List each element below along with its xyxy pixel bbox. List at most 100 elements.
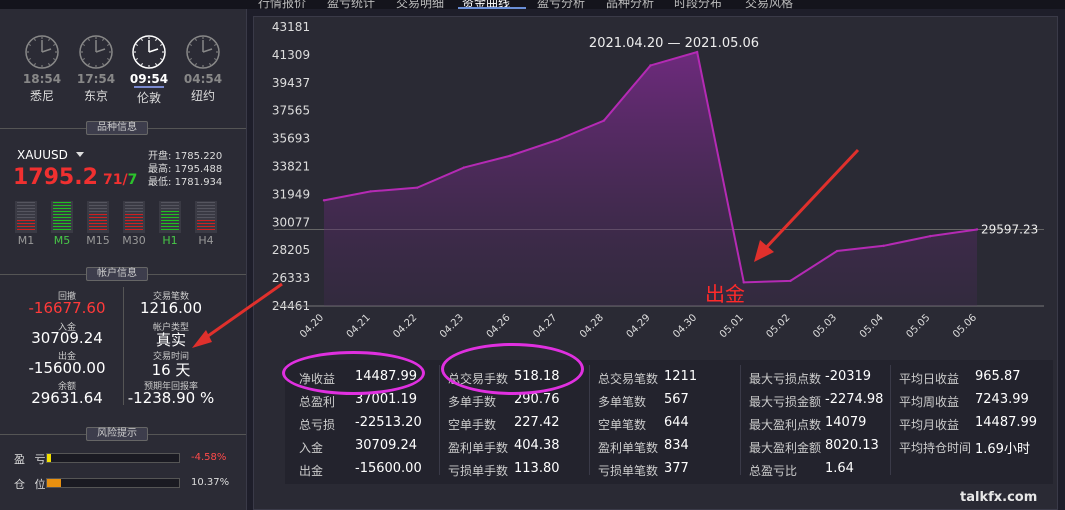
stat-label: 最大亏损金额 xyxy=(749,395,822,409)
stats-column-divider xyxy=(740,365,741,475)
last-value-label: 29597.23 xyxy=(981,222,1038,236)
y-tick-label: 37565 xyxy=(272,104,310,118)
equity-curve-chart: 43181 41309 39437 37565 35693 33821 31949 30077… xyxy=(272,20,1044,340)
timeframe-m15[interactable]: M15 xyxy=(84,234,112,247)
clock-icon xyxy=(132,35,166,69)
account-divider xyxy=(123,287,124,405)
stat-label: 总盈利 xyxy=(299,395,336,409)
account-info-header: 帐户信息 xyxy=(0,267,246,281)
stat-label: 空单手数 xyxy=(448,418,497,432)
stat-value: 377 xyxy=(664,461,689,476)
tab-7[interactable]: 交易风格 xyxy=(745,0,793,9)
x-tick-label: 04.23 xyxy=(438,312,466,340)
signal-bar-m5 xyxy=(51,201,73,233)
tab-2[interactable]: 交易明细 xyxy=(396,0,444,9)
stat-value: -22513.20 xyxy=(355,415,422,430)
clock-time: 17:54 xyxy=(76,72,116,86)
pnl-risk-value: -4.58% xyxy=(191,452,227,463)
data-point-13 xyxy=(929,234,932,238)
stat-label: 盈利单笔数 xyxy=(598,441,659,455)
tab-0[interactable]: 行情报价 xyxy=(258,0,306,9)
x-tick-label: 04.22 xyxy=(391,312,419,340)
timeframe-h1[interactable]: H1 xyxy=(156,234,184,247)
stat-label: 亏损单笔数 xyxy=(598,464,659,478)
tab-4[interactable]: 盈亏分析 xyxy=(537,0,585,9)
left-panel: 18:54 悉尼 17:54 东京 09:54 伦敦 04:54 纽约 品种信息 XAUUSD… xyxy=(0,9,247,510)
data-point-10 xyxy=(789,279,792,283)
chevron-down-icon[interactable] xyxy=(76,152,84,157)
clock-3: 04:54 纽约 xyxy=(183,34,223,104)
data-point-14 xyxy=(975,228,979,231)
x-tick-label: 05.06 xyxy=(951,312,979,340)
symbol-selector[interactable]: XAUUSD xyxy=(17,148,68,162)
stat-value: 14079 xyxy=(825,415,867,430)
stat-label: 最大盈利点数 xyxy=(749,418,822,432)
y-tick-label: 43181 xyxy=(272,20,310,34)
symbol-info-header: 品种信息 xyxy=(0,121,246,135)
clock-icon xyxy=(25,35,59,69)
data-point-11 xyxy=(835,249,839,253)
trading-time-value: 16 天 xyxy=(151,361,191,379)
stat-label: 平均月收益 xyxy=(899,418,960,432)
x-tick-label: 05.04 xyxy=(858,312,886,340)
current-price: 1795.2 xyxy=(13,165,98,190)
price-fraction-green: 7 xyxy=(127,172,138,188)
symbol-info-title: 品种信息 xyxy=(86,121,148,135)
clock-2: 09:54 伦敦 xyxy=(129,34,169,106)
timeframe-m5[interactable]: M5 xyxy=(48,234,76,247)
clock-icon xyxy=(186,35,220,69)
stats-table: 净收益 14487.99 总盈利 37001.19 总亏损 -22513.20 入金 3070… xyxy=(282,343,1053,484)
price-fraction-red: 71 xyxy=(103,172,123,188)
data-point-2 xyxy=(416,186,419,189)
x-tick-label: 04.30 xyxy=(671,312,699,340)
timeframe-m30[interactable]: M30 xyxy=(120,234,148,247)
current-clock-indicator xyxy=(134,86,164,88)
stat-value: 14487.99 xyxy=(975,415,1038,430)
x-tick-label: 04.21 xyxy=(345,312,373,340)
stat-value: 644 xyxy=(664,415,689,430)
data-point-3 xyxy=(462,166,466,169)
x-tick-label: 05.01 xyxy=(718,312,746,340)
tab-6[interactable]: 时段分布 xyxy=(674,0,722,9)
y-tick-label: 26333 xyxy=(272,271,310,285)
stat-label: 空单笔数 xyxy=(598,418,647,432)
clock-time: 09:54 xyxy=(129,72,169,86)
y-tick-label: 30077 xyxy=(272,215,310,229)
stat-label: 最大盈利金额 xyxy=(749,441,822,455)
stat-value: 30709.24 xyxy=(355,438,418,453)
tab-1[interactable]: 盈亏统计 xyxy=(327,0,375,9)
stat-label: 平均周收益 xyxy=(899,395,960,409)
account-info-title: 帐户信息 xyxy=(86,267,148,281)
data-point-12 xyxy=(882,244,885,248)
stat-label: 平均持仓时间 xyxy=(899,441,972,455)
tab-5[interactable]: 品种分析 xyxy=(606,0,654,9)
risk-tips-header: 风险提示 xyxy=(0,427,246,441)
stat-value: 1211 xyxy=(664,369,698,384)
stat-label: 平均日收益 xyxy=(899,372,960,386)
signal-bar-m1 xyxy=(15,201,37,233)
equity-area xyxy=(324,52,977,307)
low-price: 最低: 1781.934 xyxy=(148,177,223,188)
trades-value: 1216.00 xyxy=(139,299,203,317)
data-point-6 xyxy=(602,119,606,122)
stats-column-divider xyxy=(439,365,440,475)
y-tick-label: 28205 xyxy=(272,243,310,257)
signal-bar-m30 xyxy=(123,201,145,233)
data-point-7 xyxy=(649,64,652,67)
stats-column-divider xyxy=(890,365,891,475)
deposit-value: 30709.24 xyxy=(31,329,103,347)
stat-value: 1.64 xyxy=(825,461,854,476)
stat-value: 404.38 xyxy=(514,438,560,453)
timeframe-m1[interactable]: M1 xyxy=(12,234,40,247)
annual-return-value: -1238.90 % xyxy=(127,389,215,407)
y-tick-label: 31949 xyxy=(272,187,310,201)
stat-label: 最大亏损点数 xyxy=(749,372,822,386)
pnl-risk-bar xyxy=(46,453,180,463)
stat-value: 7243.99 xyxy=(975,392,1029,407)
watermark: talkfx.com xyxy=(960,490,1038,505)
x-tick-label: 04.26 xyxy=(485,312,513,340)
withdraw-value: -15600.00 xyxy=(28,359,106,377)
stat-value: 567 xyxy=(664,392,689,407)
position-risk-fill xyxy=(47,479,61,487)
timeframe-h4[interactable]: H4 xyxy=(192,234,220,247)
